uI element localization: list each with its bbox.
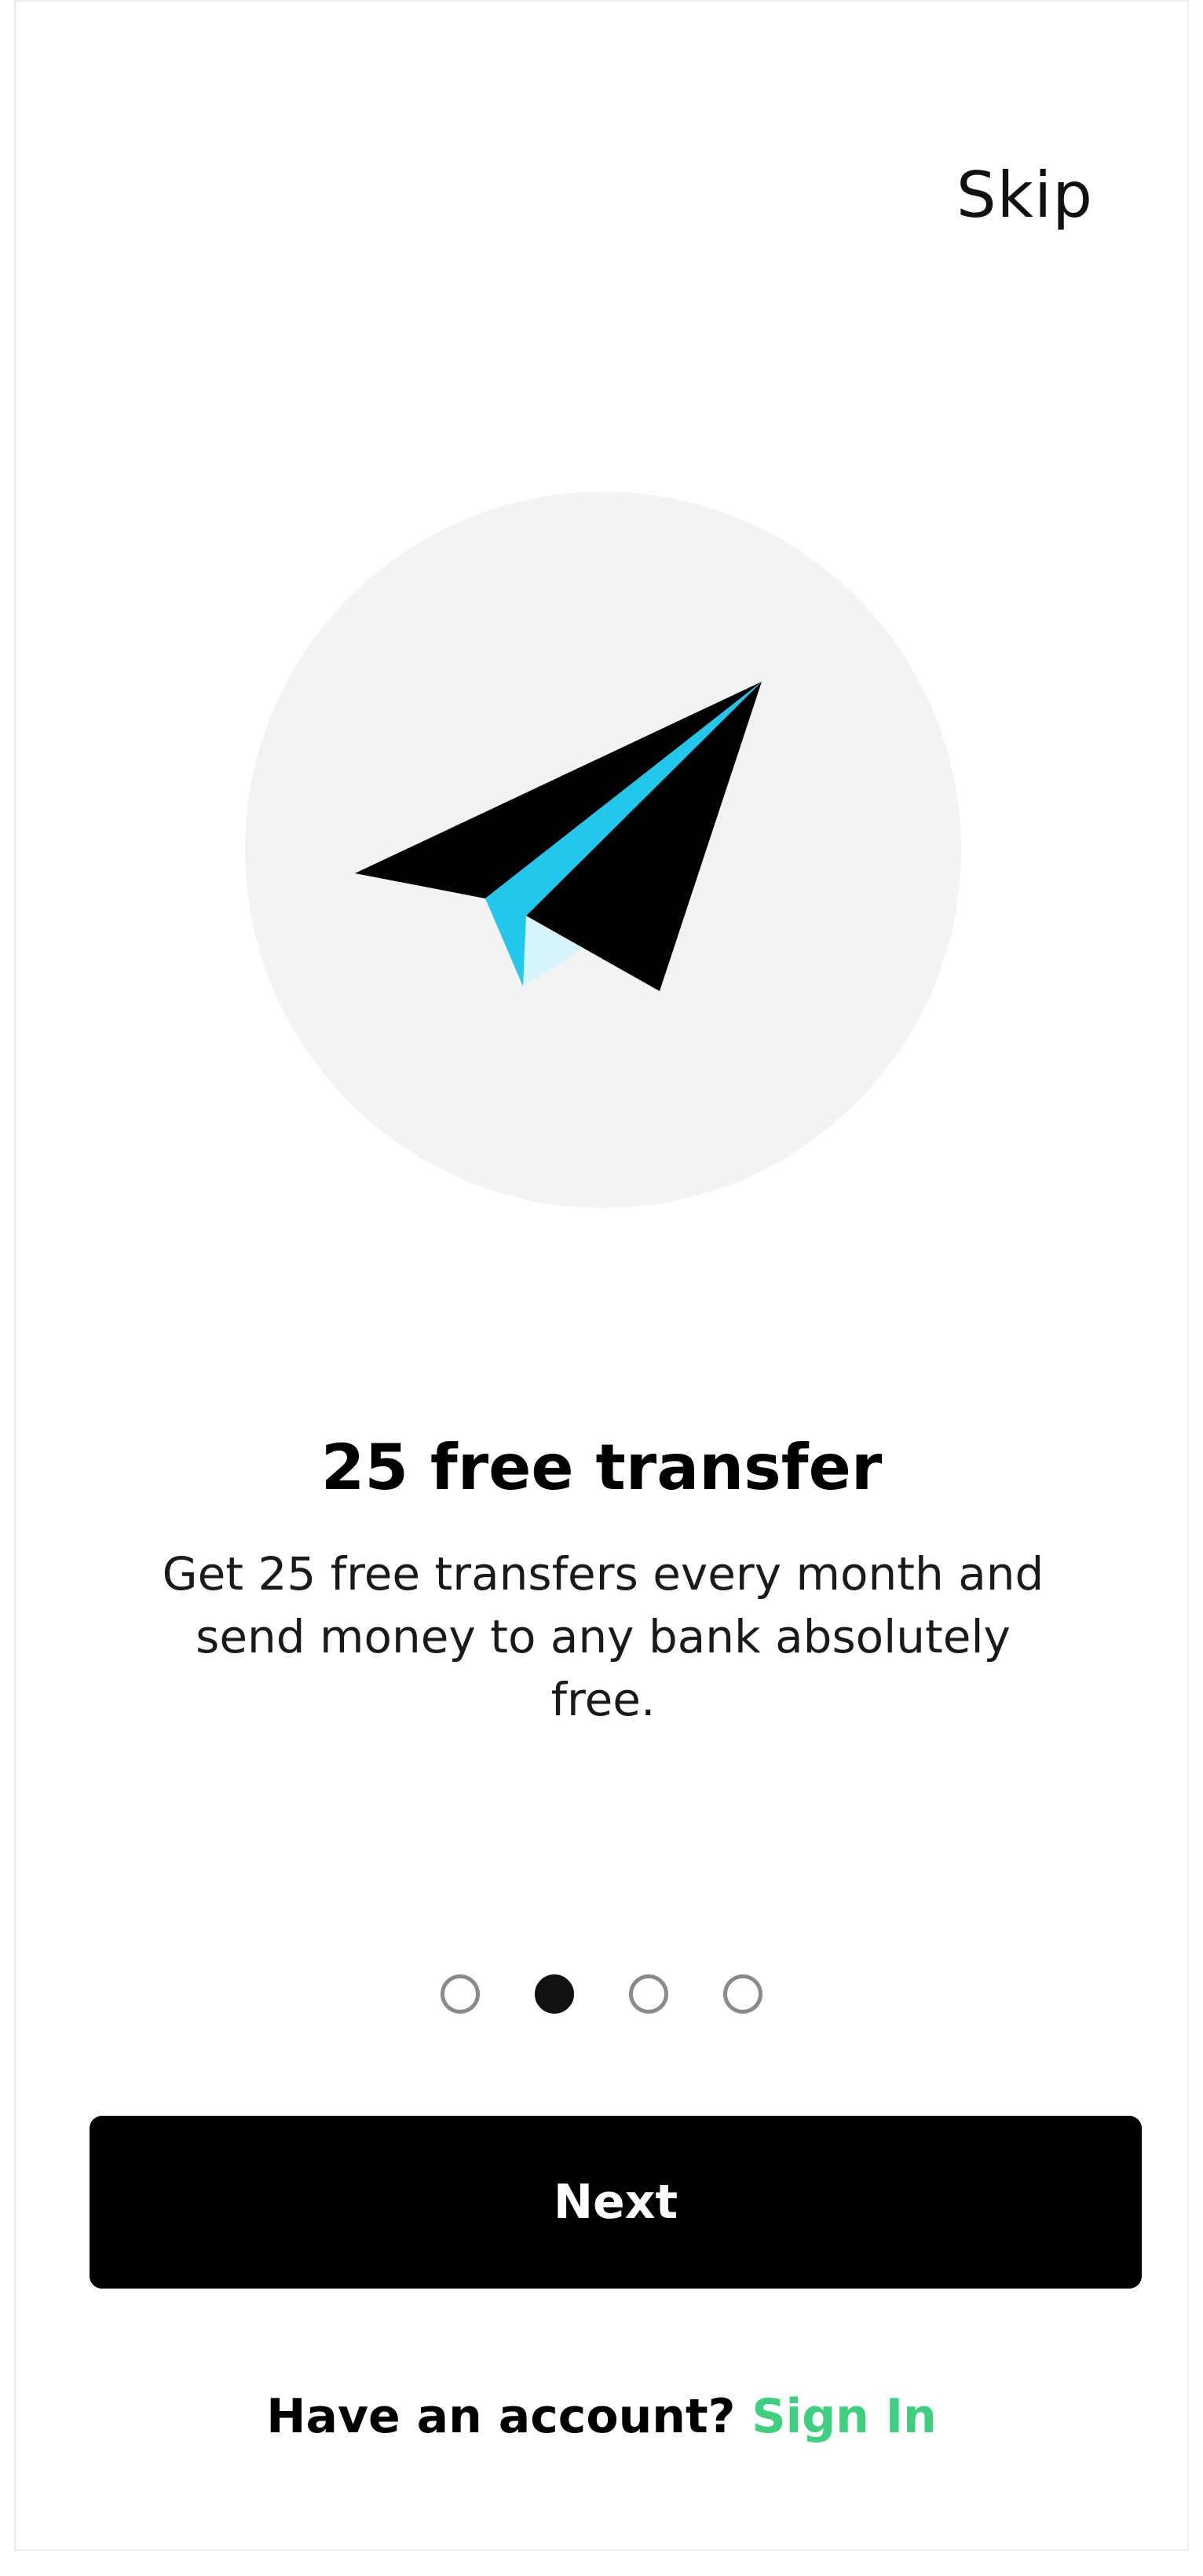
page-dot-4[interactable] [723, 1974, 762, 2014]
illustration-circle [245, 492, 961, 1208]
page-description: Get 25 free transfers every month and se… [162, 1547, 1044, 1726]
paper-plane-icon [355, 682, 762, 991]
onboarding-screen: Skip 25 free transfer Get 25 free transf… [14, 0, 1189, 2551]
page-dot-1[interactable] [441, 1974, 480, 2014]
signin-link[interactable]: Sign In [751, 2389, 936, 2444]
account-prompt-text: Have an account? [266, 2389, 752, 2444]
page-title: 25 free transfer [320, 1431, 883, 1504]
page-dot-2-active[interactable] [535, 1974, 574, 2014]
skip-button[interactable]: Skip [956, 159, 1093, 232]
next-button[interactable]: Next [90, 2116, 1142, 2289]
page-indicator [16, 1974, 1187, 2014]
signin-prompt: Have an account? Sign In [16, 2389, 1187, 2444]
page-dot-3[interactable] [629, 1974, 668, 2014]
